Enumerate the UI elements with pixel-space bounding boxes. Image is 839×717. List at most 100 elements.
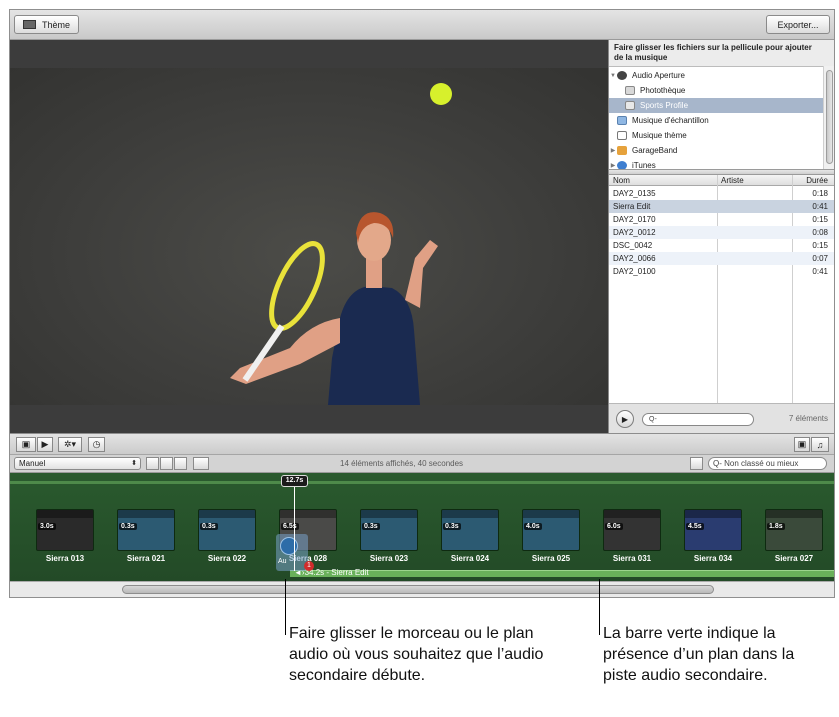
sort-value: Manuel xyxy=(19,459,46,468)
project-icon xyxy=(625,101,635,110)
filmstrip-view-icon[interactable] xyxy=(146,457,159,470)
source-audio-aperture[interactable]: ▼ Audio Aperture xyxy=(609,68,823,83)
column-name[interactable]: Nom xyxy=(613,176,630,185)
table-row[interactable]: DAY2_0170 0:15 xyxy=(609,213,834,226)
source-sample-music[interactable]: Musique d'échantillon xyxy=(609,113,823,128)
source-sports-profile[interactable]: Sports Profile xyxy=(609,98,823,113)
item-count: 7 éléments xyxy=(788,414,828,423)
scrollbar-thumb[interactable] xyxy=(122,585,714,594)
clip-thumbnail[interactable]: 4.5s xyxy=(684,509,742,551)
source-photo-library[interactable]: Photothèque xyxy=(609,83,823,98)
filmstrip-scrollbar[interactable] xyxy=(10,581,834,597)
photo-view-icon[interactable]: ▣ xyxy=(794,437,810,452)
info-icon[interactable] xyxy=(690,457,703,470)
column-duration[interactable]: Durée xyxy=(806,176,828,185)
clip-duration: 0.3s xyxy=(362,523,380,530)
source-label: Musique thème xyxy=(632,131,687,140)
clip-duration: 1.8s xyxy=(767,523,785,530)
callout-line-right xyxy=(599,579,600,635)
audio-browser: Faire glisser les fichiers sur la pellic… xyxy=(608,40,834,433)
timer-icon[interactable]: ◷ xyxy=(88,437,105,452)
clip-thumbnail[interactable]: 4.0s xyxy=(522,509,580,551)
preview-play-button[interactable]: ▶ xyxy=(616,410,634,428)
table-row[interactable]: DAY2_0135 0:18 xyxy=(609,187,834,200)
music-note-icon[interactable]: ♫ xyxy=(811,437,829,452)
table-row[interactable]: Sierra Edit 0:41 xyxy=(609,200,834,213)
secondary-audio-track[interactable] xyxy=(290,570,834,577)
drag-label: Au xyxy=(278,558,287,565)
audio-disc-icon xyxy=(280,537,298,555)
gear-icon[interactable]: ✲▾ xyxy=(58,437,82,452)
photo-viewer xyxy=(10,40,608,433)
top-toolbar: Thème Exporter... xyxy=(10,10,834,40)
clip-thumbnail[interactable]: 0.3s xyxy=(198,509,256,551)
disclosure-open-icon[interactable]: ▼ xyxy=(609,73,617,79)
source-list-scrollbar[interactable] xyxy=(823,66,834,169)
clip-label: Sierra 027 xyxy=(774,554,814,563)
table-row[interactable]: DAY2_0100 0:41 xyxy=(609,265,834,278)
source-label: Musique d'échantillon xyxy=(632,116,709,125)
clip-label: Sierra 023 xyxy=(369,554,409,563)
scrollbar-thumb[interactable] xyxy=(826,70,833,164)
playhead[interactable] xyxy=(294,487,295,571)
theme-button-label: Thème xyxy=(41,19,70,30)
callout-line-left xyxy=(285,579,286,635)
browser-hint: Faire glisser les fichiers sur la pellic… xyxy=(614,43,812,62)
list-view-icon[interactable] xyxy=(174,457,187,470)
clip-label: Sierra 034 xyxy=(693,554,733,563)
source-label: GarageBand xyxy=(632,146,678,155)
clip-thumbnail[interactable]: 1.8s xyxy=(765,509,823,551)
clip-label: Sierra 022 xyxy=(207,554,247,563)
audio-search-input[interactable]: Q- xyxy=(642,413,754,426)
source-label: Photothèque xyxy=(640,86,686,95)
track-table-header: Nom Artiste Durée xyxy=(609,175,834,186)
clip-thumbnail[interactable]: 3.0s xyxy=(36,509,94,551)
clip-thumbnail[interactable]: 0.3s xyxy=(441,509,499,551)
play-icon[interactable]: ▶ xyxy=(37,437,53,452)
clip-duration: 6.5s xyxy=(281,523,299,530)
slideshow-icon[interactable]: ▣ xyxy=(16,437,36,452)
grid-view-icon[interactable] xyxy=(160,457,173,470)
disclosure-closed-icon[interactable]: ▶ xyxy=(609,162,617,169)
disclosure-closed-icon[interactable]: ▶ xyxy=(609,147,617,154)
theme-icon xyxy=(22,20,36,29)
clip-duration: 0.3s xyxy=(200,523,218,530)
clip-label: Sierra 025 xyxy=(531,554,571,563)
select-arrows-icon: ⬍ xyxy=(131,460,137,467)
clip-thumbnail[interactable]: 6.0s xyxy=(603,509,661,551)
clip-thumbnail[interactable]: 0.3s xyxy=(117,509,175,551)
clip-duration: 3.0s xyxy=(38,523,56,530)
clip-duration: 0.3s xyxy=(119,523,137,530)
export-button[interactable]: Exporter... xyxy=(766,15,830,34)
table-row[interactable]: DAY2_0066 0:07 xyxy=(609,252,834,265)
playback-controls: ▣ ▶ ✲▾ ◷ ▣ ♫ xyxy=(10,433,834,455)
clip-duration: 6.0s xyxy=(605,523,623,530)
playhead-time: 12.7s xyxy=(281,475,308,487)
clip-duration: 0.3s xyxy=(443,523,461,530)
theme-button[interactable]: Thème xyxy=(14,15,79,34)
table-row[interactable]: DSC_0042 0:15 xyxy=(609,239,834,252)
clip-duration: 4.5s xyxy=(686,523,704,530)
clip-thumbnail[interactable]: 0.3s xyxy=(360,509,418,551)
iphoto-window: Thème Exporter... Faire glisser les fich… xyxy=(9,9,835,598)
guitar-icon xyxy=(617,146,627,155)
tennis-player-image xyxy=(230,83,452,405)
library-icon xyxy=(625,86,635,95)
clip-label: Sierra 013 xyxy=(45,554,85,563)
preview-photo xyxy=(10,68,608,405)
column-artist[interactable]: Artiste xyxy=(721,176,744,185)
sort-select[interactable]: Manuel ⬍ xyxy=(14,457,141,470)
filter-search-input[interactable]: Q- Non classé ou mieux xyxy=(708,457,827,470)
track-table: Nom Artiste Durée DAY2_0135 0:18 Sierra E… xyxy=(609,175,834,403)
browser-view-icon[interactable] xyxy=(193,457,209,470)
track-rows: DAY2_0135 0:18 Sierra Edit 0:41 DAY2_0170 0… xyxy=(609,187,834,403)
source-theme-music[interactable]: Musique thème xyxy=(609,128,823,143)
source-garageband[interactable]: ▶ GarageBand xyxy=(609,143,823,158)
callout-left: Faire glisser le morceau ou le plan audi… xyxy=(289,625,544,684)
clip-label: Sierra 024 xyxy=(450,554,490,563)
drag-count-badge: 1 xyxy=(304,561,314,571)
source-label: Sports Profile xyxy=(640,101,689,110)
clip-label: Sierra 031 xyxy=(612,554,652,563)
folder-icon xyxy=(617,116,627,125)
table-row[interactable]: DAY2_0012 0:08 xyxy=(609,226,834,239)
